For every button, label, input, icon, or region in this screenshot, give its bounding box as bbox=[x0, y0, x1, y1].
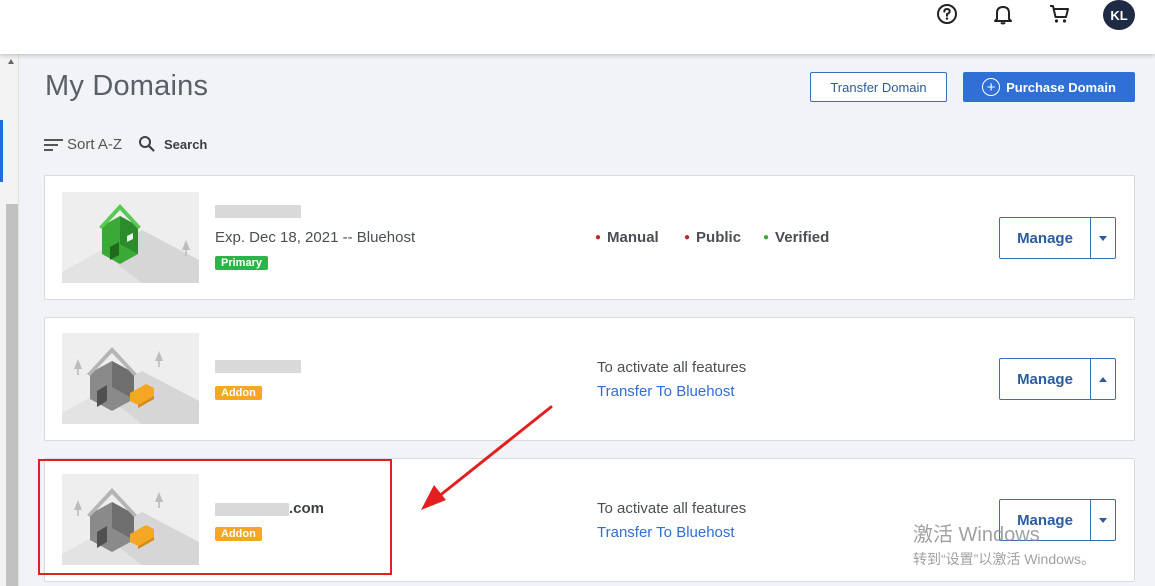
page-title: My Domains bbox=[45, 70, 209, 102]
domain-name-redacted bbox=[215, 205, 301, 218]
status-verified: ● Verified bbox=[763, 229, 830, 246]
domain-thumbnail bbox=[62, 333, 199, 424]
domain-card: Exp. Dec 18, 2021 -- Bluehost Primary ● M… bbox=[44, 175, 1135, 300]
status-label: Manual bbox=[607, 229, 659, 246]
activate-features-text: To activate all features bbox=[597, 359, 747, 376]
search-icon[interactable] bbox=[138, 135, 156, 153]
watermark-line-2: 转到“设置”以激活 Windows。 bbox=[913, 551, 1096, 567]
highlight-rectangle bbox=[38, 459, 392, 575]
plus-circle-icon: + bbox=[982, 78, 1001, 96]
purchase-domain-label: Purchase Domain bbox=[1006, 79, 1116, 95]
expiration-date: Exp. Dec 18, 2021 -- Bluehost bbox=[215, 229, 416, 246]
search-button[interactable]: Search bbox=[164, 137, 207, 152]
scroll-thumb[interactable] bbox=[6, 204, 18, 586]
sidebar-active-indicator bbox=[0, 120, 3, 182]
domain-name-redacted bbox=[215, 360, 301, 373]
transfer-domain-button[interactable]: Transfer Domain bbox=[810, 72, 947, 102]
manage-label[interactable]: Manage bbox=[1000, 359, 1091, 399]
sort-button[interactable]: Sort A-Z bbox=[67, 136, 122, 153]
addon-tag: Addon bbox=[215, 386, 262, 400]
manage-dropdown-toggle[interactable] bbox=[1091, 218, 1115, 258]
status-label: Public bbox=[696, 229, 742, 246]
chevron-up-icon bbox=[1099, 376, 1107, 382]
manage-button[interactable]: Manage bbox=[999, 358, 1116, 400]
domain-thumbnail bbox=[62, 192, 199, 283]
sort-icon[interactable] bbox=[44, 137, 64, 151]
scroll-up-arrow-icon[interactable] bbox=[8, 59, 14, 64]
primary-tag: Primary bbox=[215, 256, 268, 270]
manage-dropdown-toggle[interactable] bbox=[1091, 359, 1115, 399]
top-bar: KL bbox=[0, 0, 1155, 54]
activate-features-text: To activate all features bbox=[597, 500, 747, 517]
status-manual: ● Manual bbox=[595, 229, 659, 246]
bell-icon[interactable] bbox=[991, 2, 1015, 26]
transfer-to-bluehost-link[interactable]: Transfer To Bluehost bbox=[597, 383, 735, 400]
chevron-down-icon bbox=[1099, 517, 1107, 523]
domain-toolbar: Sort A-Z Search bbox=[44, 134, 207, 154]
watermark-line-1: 激活 Windows bbox=[913, 524, 1040, 546]
status-label: Verified bbox=[775, 229, 830, 246]
windows-activation-watermark: 激活 Windows 转到“设置”以激活 Windows。 bbox=[913, 518, 1095, 569]
user-avatar[interactable]: KL bbox=[1103, 0, 1135, 30]
help-circle-icon[interactable] bbox=[935, 2, 959, 26]
chevron-down-icon bbox=[1099, 235, 1107, 241]
transfer-to-bluehost-link[interactable]: Transfer To Bluehost bbox=[597, 524, 735, 541]
status-public: ● Public bbox=[684, 229, 742, 246]
cart-icon[interactable] bbox=[1047, 2, 1071, 26]
manage-button[interactable]: Manage bbox=[999, 217, 1116, 259]
domain-card: Addon To activate all features Transfer … bbox=[44, 317, 1135, 441]
manage-label[interactable]: Manage bbox=[1000, 218, 1091, 258]
purchase-domain-button[interactable]: + Purchase Domain bbox=[963, 72, 1135, 102]
